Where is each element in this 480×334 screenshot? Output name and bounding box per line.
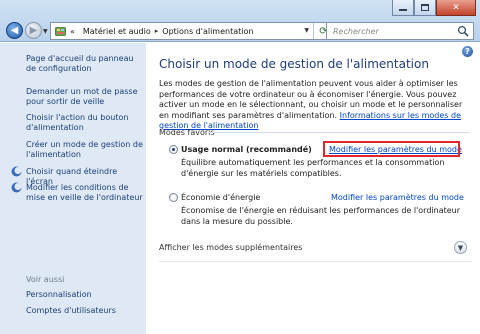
sidebar-item-user-accounts[interactable]: Comptes d'utilisateurs (26, 306, 144, 316)
change-plan-settings-link-power-saver[interactable]: Modifier les paramètres du mode (331, 193, 464, 202)
help-button[interactable]: ? (462, 46, 473, 57)
back-arrow-icon: ◀ (10, 25, 19, 36)
expand-plans-button[interactable]: ▼ (454, 241, 467, 254)
plan-radio-balanced[interactable] (169, 145, 178, 154)
sidebar-item-control-panel-home[interactable]: Page d'accueil du panneau de configurati… (26, 54, 144, 74)
maximize-icon (421, 4, 429, 11)
window-chrome: ✕ ◀ ▶ ▼ « Matériel et audio ▸ Options d'… (0, 0, 480, 42)
forward-arrow-icon: ▶ (29, 25, 38, 36)
section-divider (208, 132, 470, 133)
sidebar-item-sleep-settings[interactable]: Modifier les conditions de mise en veill… (26, 183, 144, 203)
breadcrumb-hardware-sound[interactable]: Matériel et audio (83, 27, 151, 36)
search-input[interactable]: Rechercher (333, 27, 379, 36)
minimize-icon (399, 9, 407, 11)
show-additional-plans-label[interactable]: Afficher les modes supplémentaires (159, 243, 302, 252)
chevron-down-icon: ▼ (43, 28, 48, 35)
sidebar-item-require-password[interactable]: Demander un mot de passe pour sortir de … (26, 87, 144, 107)
page-title: Choisir un mode de gestion de l'alimenta… (159, 57, 429, 71)
see-also-header: Voir aussi (26, 275, 65, 284)
forward-button[interactable]: ▶ (25, 22, 42, 39)
search-icon[interactable] (457, 25, 469, 37)
plan-radio-power-saver[interactable] (169, 193, 178, 202)
highlight-box (323, 141, 460, 157)
plan-name-power-saver[interactable]: Économie d'énergie (181, 193, 260, 202)
search-box[interactable]: Rechercher (326, 22, 474, 40)
favorites-section-label: Modes favoris (159, 128, 215, 137)
sidebar-item-create-plan[interactable]: Créer un mode de gestion de l'alimentati… (26, 140, 144, 160)
minimize-button[interactable] (392, 0, 414, 16)
more-plans-divider (159, 261, 471, 262)
plan-name-balanced[interactable]: Usage normal (recommandé) (181, 145, 312, 154)
plan-description-balanced: Équilibre automatiquement les performanc… (181, 158, 445, 178)
recent-pages-button[interactable]: ▼ (43, 28, 48, 35)
intro-text: Les modes de gestion de l'alimentation p… (159, 79, 471, 132)
sleep-moon-icon (11, 182, 22, 193)
breadcrumb-power-options[interactable]: Options d'alimentation (162, 27, 253, 36)
control-panel-icon (55, 26, 66, 36)
chevron-down-icon: ▼ (457, 243, 464, 252)
sidebar-item-power-button-action[interactable]: Choisir l'action du bouton d'alimentatio… (26, 113, 144, 133)
sidebar-item-personalization[interactable]: Personnalisation (26, 290, 144, 300)
maximize-button[interactable] (414, 0, 436, 16)
breadcrumb-separator[interactable]: ▸ (155, 27, 159, 35)
display-moon-icon (11, 166, 22, 177)
window-controls: ✕ (392, 0, 476, 16)
back-button[interactable]: ◀ (6, 22, 23, 39)
question-icon: ? (465, 47, 470, 56)
close-button[interactable]: ✕ (436, 0, 476, 16)
sidebar: Page d'accueil du panneau de configurati… (0, 43, 146, 334)
address-bar[interactable]: « Matériel et audio ▸ Options d'alimenta… (50, 22, 334, 40)
plan-description-power-saver: Économise de l'énergie en réduisant les … (181, 206, 461, 226)
address-overflow[interactable]: « (70, 27, 75, 36)
address-dropdown-icon[interactable]: ▼ (304, 27, 309, 34)
